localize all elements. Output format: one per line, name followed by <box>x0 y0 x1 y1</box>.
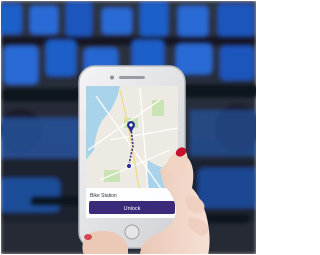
unlock-button-label: Unlock <box>124 206 141 212</box>
home-button <box>124 224 140 240</box>
smartphone: Bike Station Unlock <box>78 65 186 249</box>
station-card-title: Bike Station <box>90 193 117 199</box>
user-location-dot <box>125 162 133 170</box>
photo-scene: Bike Station Unlock <box>0 0 257 255</box>
phone-screen: Bike Station Unlock <box>86 86 179 218</box>
station-card: Bike Station Unlock <box>86 188 178 218</box>
photo-canvas: Bike Station Unlock <box>0 0 257 255</box>
thumb-nail <box>84 234 92 240</box>
